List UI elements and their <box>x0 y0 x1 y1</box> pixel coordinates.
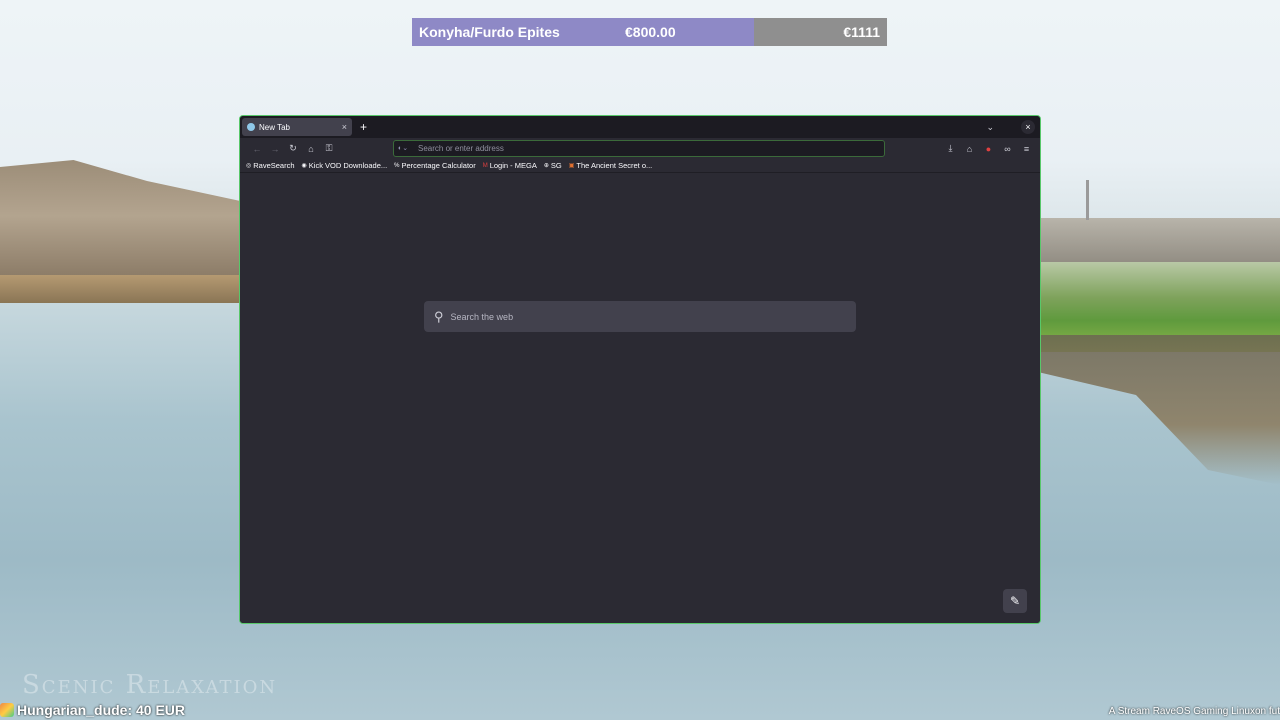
bookmark-label: SG <box>550 161 562 170</box>
background-riverbank <box>1040 335 1280 485</box>
chevron-down-icon[interactable]: ⌄ <box>986 122 994 133</box>
globe-icon: ⊕ <box>543 163 549 169</box>
bookmarks-toolbar: ◎ RaveSearch ◉ Kick VOD Downloade... % Perc… <box>240 159 1040 173</box>
navigation-toolbar: ← → ↻ ⌂ ⚿ ◐⌄ ⤓ ⌂ ● ∞ ≡ <box>240 138 1040 159</box>
tab-strip: New Tab × + ⌄ × <box>240 116 1040 138</box>
ublock-icon[interactable]: ● <box>981 144 996 154</box>
bookmark-label: RaveSearch <box>253 161 295 170</box>
bookmark-icon: ▣ <box>568 163 575 169</box>
web-search-box[interactable]: ⚲ Search the web <box>424 301 856 332</box>
extensions-icon[interactable]: ⌂ <box>962 144 977 154</box>
bookmark-icon: M <box>482 162 488 169</box>
background-hills <box>1040 218 1280 268</box>
url-input[interactable] <box>418 144 818 153</box>
bookmark-label: Percentage Calculator <box>401 161 476 170</box>
goal-current-amount: €800.00 <box>625 24 676 40</box>
menu-icon[interactable]: ≡ <box>1019 144 1034 154</box>
close-tab-icon[interactable]: × <box>342 122 347 132</box>
bookmark-mega[interactable]: M Login - MEGA <box>483 161 537 170</box>
mask-icon[interactable]: ∞ <box>1000 144 1015 154</box>
toolbar-right: ⤓ ⌂ ● ∞ ≡ <box>943 143 1034 154</box>
bookmark-percentage-calculator[interactable]: % Percentage Calculator <box>394 161 476 170</box>
bookmark-label: Login - MEGA <box>489 161 537 170</box>
search-icon: ⚲ <box>434 308 444 324</box>
edit-icon[interactable]: ✎ <box>1003 589 1027 613</box>
donation-alert: Hungarian_dude: 40 EUR <box>0 700 185 720</box>
browser-window: New Tab × + ⌄ × ← → ↻ ⌂ ⚿ ◐⌄ ⤓ ⌂ ● ∞ ≡ ◎… <box>239 115 1041 624</box>
donation-goal-bar: Konyha/Furdo Epites €800.00 €1111 <box>412 18 887 46</box>
donation-icon <box>0 703 14 717</box>
bookmark-ancient-secret[interactable]: ▣ The Ancient Secret o... <box>569 161 653 170</box>
new-tab-button[interactable]: + <box>360 120 367 134</box>
tab-new-tab[interactable]: New Tab × <box>242 118 352 136</box>
goal-label: Konyha/Furdo Epites <box>419 24 560 40</box>
bookmark-label: Kick VOD Downloade... <box>308 161 388 170</box>
bookmark-icon: % <box>394 162 400 169</box>
forward-button[interactable]: → <box>266 144 284 154</box>
home-button[interactable]: ⌂ <box>302 144 320 154</box>
background-pylon <box>1086 180 1089 220</box>
background-reeds <box>0 275 245 303</box>
search-engine-icon[interactable]: ◐⌄ <box>398 144 412 154</box>
address-bar[interactable]: ◐⌄ <box>393 140 885 157</box>
goal-total-amount: €1111 <box>843 24 880 40</box>
channel-watermark: Scenic Relaxation <box>22 670 278 700</box>
bookmark-icon: ◉ <box>301 163 307 169</box>
bookmark-label: The Ancient Secret o... <box>576 161 653 170</box>
download-icon[interactable]: ⤓ <box>943 143 958 154</box>
tab-title: New Tab <box>259 122 290 132</box>
bookmark-kick-vod[interactable]: ◉ Kick VOD Downloade... <box>302 161 388 170</box>
back-button[interactable]: ← <box>248 144 266 154</box>
donation-text: Hungarian_dude: 40 EUR <box>17 702 186 718</box>
key-icon[interactable]: ⚿ <box>320 143 338 154</box>
scrolling-ticker: A Stream RaveOS Gaming Linuxon fut <box>1108 706 1280 717</box>
firefox-icon <box>247 123 255 131</box>
search-placeholder: Search the web <box>450 311 514 322</box>
bookmark-icon: ◎ <box>246 163 252 169</box>
bookmark-sg[interactable]: ⊕ SG <box>544 161 562 170</box>
new-tab-page: ⚲ Search the web ✎ <box>240 173 1040 623</box>
bookmark-ravesearch[interactable]: ◎ RaveSearch <box>246 161 295 170</box>
window-close-button[interactable]: × <box>1021 120 1035 134</box>
reload-button[interactable]: ↻ <box>284 143 302 154</box>
